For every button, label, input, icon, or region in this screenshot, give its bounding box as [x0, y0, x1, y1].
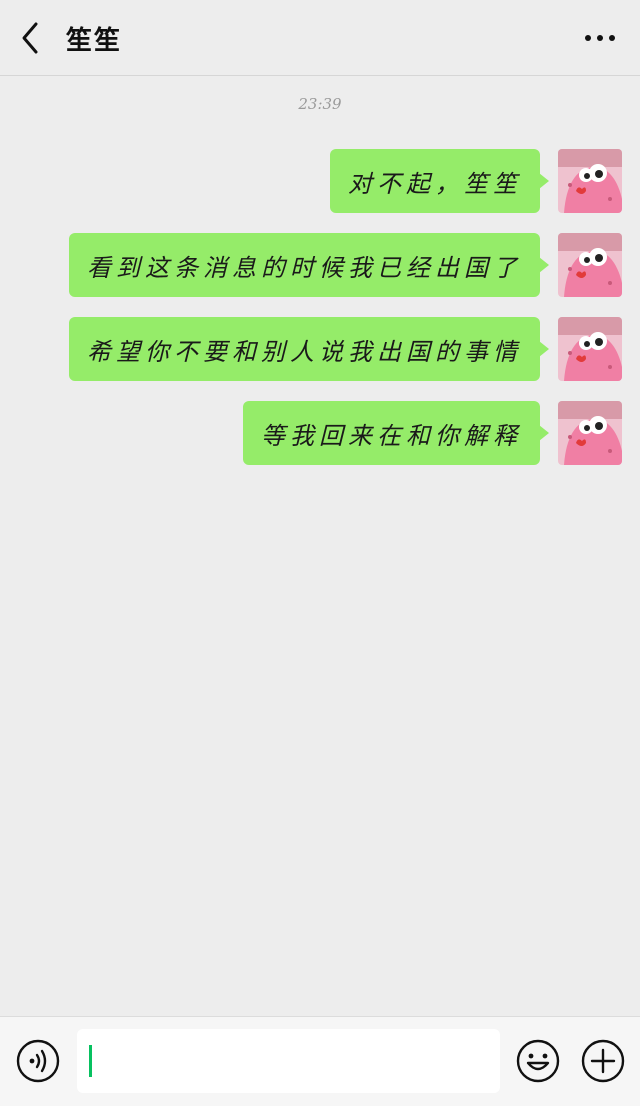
avatar[interactable]	[558, 401, 622, 465]
avatar-image	[558, 233, 622, 297]
text-caret	[89, 1045, 92, 1077]
more-button[interactable]	[580, 24, 620, 52]
avatar-image	[558, 149, 622, 213]
emoji-smile-icon	[516, 1039, 560, 1083]
avatar-image	[558, 401, 622, 465]
message-text: 看到这条消息的时候我已经出国了	[87, 253, 522, 282]
voice-icon	[16, 1039, 60, 1083]
message-row: 看到这条消息的时候我已经出国了	[69, 232, 622, 298]
more-horizontal-icon	[585, 35, 615, 41]
plus-circle-icon	[581, 1039, 625, 1083]
avatar[interactable]	[558, 317, 622, 381]
chat-header: 笙笙	[0, 0, 640, 76]
message-row: 对不起，笙笙	[330, 148, 622, 214]
emoji-button[interactable]	[516, 1039, 560, 1083]
message-bubble[interactable]: 等我回来在和你解释	[243, 401, 549, 465]
avatar-image	[558, 317, 622, 381]
message-text: 希望你不要和别人说我出国的事情	[87, 337, 522, 366]
avatar[interactable]	[558, 149, 622, 213]
chevron-left-icon	[22, 22, 38, 54]
message-input[interactable]	[77, 1029, 500, 1093]
message-bubble[interactable]: 看到这条消息的时候我已经出国了	[69, 233, 549, 297]
message-text: 对不起，笙笙	[348, 169, 522, 198]
input-bar	[0, 1016, 640, 1106]
message-text: 等我回来在和你解释	[261, 421, 522, 450]
voice-button[interactable]	[16, 1039, 60, 1083]
message-row: 希望你不要和别人说我出国的事情	[69, 316, 622, 382]
plus-button[interactable]	[581, 1039, 625, 1083]
back-button[interactable]	[14, 18, 50, 58]
message-bubble[interactable]: 希望你不要和别人说我出国的事情	[69, 317, 549, 381]
message-row: 等我回来在和你解释	[243, 400, 622, 466]
avatar[interactable]	[558, 233, 622, 297]
message-timestamp: 23:39	[298, 95, 342, 113]
message-bubble[interactable]: 对不起，笙笙	[330, 149, 549, 213]
chat-title: 笙笙	[66, 26, 123, 56]
